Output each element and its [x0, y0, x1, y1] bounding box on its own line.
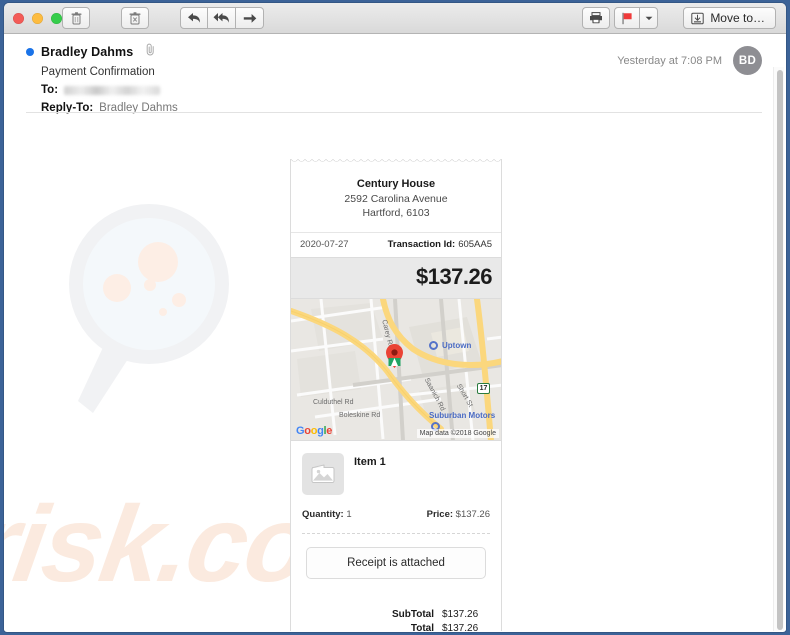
receipt-date: 2020-07-27: [300, 239, 349, 251]
close-window-button[interactable]: [13, 13, 24, 24]
map-pin-icon: [386, 344, 403, 369]
receipt-totals: SubTotal $137.26 Total $137.26: [291, 579, 501, 631]
magnifier-watermark-icon: [69, 204, 229, 413]
message-body: Bradley Dahms Payment Confirmation To: R…: [4, 34, 786, 631]
receipt-amount: $137.26: [291, 257, 501, 300]
reply-all-arrows-icon: [213, 13, 229, 23]
junk-group: [121, 7, 149, 29]
subtotal-value: $137.26: [442, 609, 479, 621]
item-name: Item 1: [354, 456, 386, 469]
to-value-redacted: [64, 85, 161, 95]
print-group: [582, 7, 610, 29]
receipt-item-row: Item 1: [291, 441, 501, 496]
printer-icon: [590, 12, 602, 24]
forward-arrow-icon: [243, 13, 256, 23]
maximize-window-button[interactable]: [51, 13, 62, 24]
receipt-attached-button[interactable]: Receipt is attached: [306, 547, 486, 580]
price-value: $137.26: [455, 509, 490, 521]
quantity-value: 1: [346, 509, 352, 521]
unread-indicator-icon[interactable]: [26, 48, 34, 56]
forward-button[interactable]: [236, 7, 264, 29]
total-row: Total $137.26: [306, 623, 486, 631]
reply-all-button[interactable]: [208, 7, 236, 29]
mail-window: Move to… Bradley Dahms Payment Confirmat…: [4, 3, 786, 632]
delete-group: [62, 7, 90, 29]
window-toolbar: Move to…: [4, 3, 786, 34]
map-poi-uptown: Uptown: [442, 341, 472, 351]
image-placeholder-icon: [311, 464, 335, 484]
reply-forward-group: [180, 7, 264, 29]
receipt-quantity-price-row: Quantity: 1 Price: $137.26: [291, 495, 501, 520]
store-address-line-2: Hartford, 6103: [362, 207, 430, 220]
total-value: $137.26: [442, 623, 479, 631]
receipt-card: Century House 2592 Carolina Avenue Hartf…: [290, 159, 502, 631]
receipt-store-block: Century House 2592 Carolina Avenue Hartf…: [291, 164, 501, 232]
map-road-label-boleskine: Boleskine Rd: [339, 412, 381, 420]
subtotal-row: SubTotal $137.26: [306, 609, 486, 620]
price-block: Price: $137.26: [427, 509, 490, 520]
vertical-scrollbar[interactable]: [773, 67, 784, 631]
item-thumbnail: [302, 453, 344, 496]
junk-button[interactable]: [121, 7, 149, 29]
delete-button[interactable]: [62, 7, 90, 29]
subtotal-label: SubTotal: [391, 609, 434, 621]
receipt-meta-row: 2020-07-27 Transaction Id: 605AA5: [291, 232, 501, 257]
to-label: To:: [41, 84, 59, 96]
to-field: To:: [41, 84, 762, 96]
map-poi-suburban-motors: Suburban Motors: [429, 411, 496, 421]
quantity-label: Quantity:: [302, 509, 344, 521]
receipt-map[interactable]: Carey Rd Culduthel Rd Saanich Rd Short S…: [291, 299, 501, 442]
transaction-id-value: 605AA5: [458, 239, 492, 251]
quantity-block: Quantity: 1: [302, 509, 352, 520]
highway-shield-17: 17: [477, 383, 490, 395]
scrollbar-thumb[interactable]: [777, 70, 783, 630]
print-button[interactable]: [582, 7, 610, 29]
total-label: Total: [410, 623, 434, 631]
message-header: Bradley Dahms Payment Confirmation To: R…: [4, 34, 786, 114]
reply-button[interactable]: [180, 7, 208, 29]
avatar: BD: [733, 46, 762, 75]
map-attribution: Map data ©2018 Google: [416, 429, 499, 439]
move-to-group: Move to…: [683, 7, 776, 29]
attachment-clip-icon: [145, 43, 156, 61]
minimize-window-button[interactable]: [32, 13, 43, 24]
transaction-id-label: Transaction Id:: [387, 239, 456, 251]
google-logo: Google: [296, 425, 333, 438]
flag-menu-button[interactable]: [640, 7, 658, 29]
store-name: Century House: [356, 178, 436, 190]
sender-name: Bradley Dahms: [41, 45, 134, 59]
flag-icon: [622, 12, 632, 24]
price-label: Price:: [426, 509, 454, 521]
transaction-id-block: Transaction Id: 605AA5: [388, 239, 492, 250]
trash-icon: [71, 11, 81, 24]
store-address-line-1: 2592 Carolina Avenue: [344, 193, 448, 205]
message-timestamp: Yesterday at 7:08 PM: [617, 54, 722, 67]
flag-button[interactable]: [614, 7, 640, 29]
receipt-divider: [302, 533, 490, 535]
move-to-label: Move to…: [710, 11, 765, 25]
junk-trash-icon: [129, 11, 141, 24]
chevron-down-icon: [645, 16, 652, 20]
reply-arrow-icon: [188, 13, 200, 23]
header-right: Yesterday at 7:08 PM BD: [617, 46, 762, 75]
map-road-label-culduthel: Culduthel Rd: [313, 399, 354, 407]
header-divider: [26, 112, 762, 113]
move-to-folder-icon: [691, 12, 705, 24]
flag-group: [614, 7, 658, 29]
move-to-button[interactable]: Move to…: [683, 7, 776, 29]
traffic-light-controls: [13, 13, 62, 24]
